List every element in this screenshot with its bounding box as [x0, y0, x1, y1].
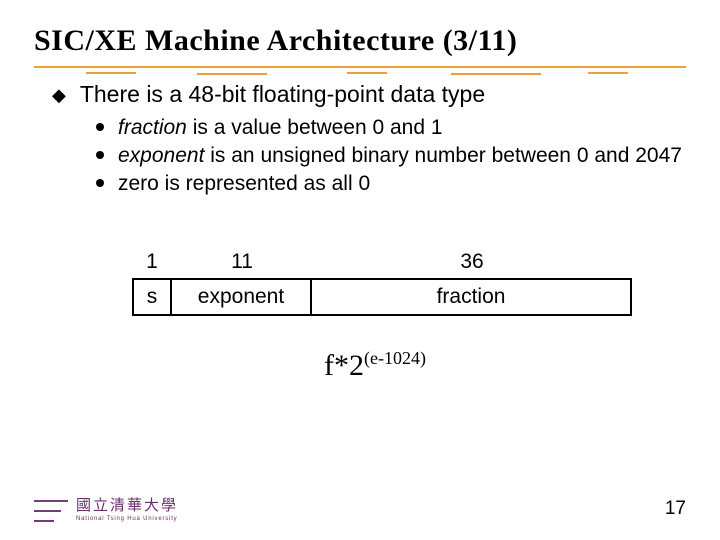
field-width: 11 [172, 250, 312, 274]
round-bullet-icon [96, 123, 104, 131]
sub-point-text: exponent is an unsigned binary number be… [118, 143, 682, 169]
field-exponent: exponent [172, 278, 312, 316]
field-sign: s [132, 278, 172, 316]
field-width: 1 [132, 250, 172, 274]
round-bullet-icon [96, 179, 104, 187]
field-fraction: fraction [312, 278, 632, 316]
bullet-level2: exponent is an unsigned binary number be… [96, 143, 686, 169]
value-formula: f*2(e-1024) [324, 348, 686, 383]
university-footer: 國立清華大學 National Tsing Hua University [34, 499, 178, 522]
bitfield-diagram: 1 11 36 s exponent fraction [132, 250, 686, 316]
main-point-text: There is a 48-bit floating-point data ty… [80, 80, 485, 109]
round-bullet-icon [96, 151, 104, 159]
title-underline [34, 66, 686, 70]
university-logo-icon [34, 500, 68, 522]
field-width: 36 [312, 250, 632, 274]
bullet-level2: zero is represented as all 0 [96, 171, 686, 197]
slide-title: SIC/XE Machine Architecture (3/11) [34, 24, 686, 58]
slide-body: ◆ There is a 48-bit floating-point data … [34, 80, 686, 198]
bullet-level1: ◆ There is a 48-bit floating-point data … [52, 80, 686, 109]
sub-point-text: zero is represented as all 0 [118, 171, 370, 197]
diamond-bullet-icon: ◆ [52, 84, 66, 109]
page-number: 17 [665, 498, 686, 520]
bullet-level2: fraction is a value between 0 and 1 [96, 115, 686, 141]
university-name-en: National Tsing Hua University [76, 516, 178, 522]
university-name-cn: 國立清華大學 [76, 499, 178, 514]
sub-point-text: fraction is a value between 0 and 1 [118, 115, 443, 141]
